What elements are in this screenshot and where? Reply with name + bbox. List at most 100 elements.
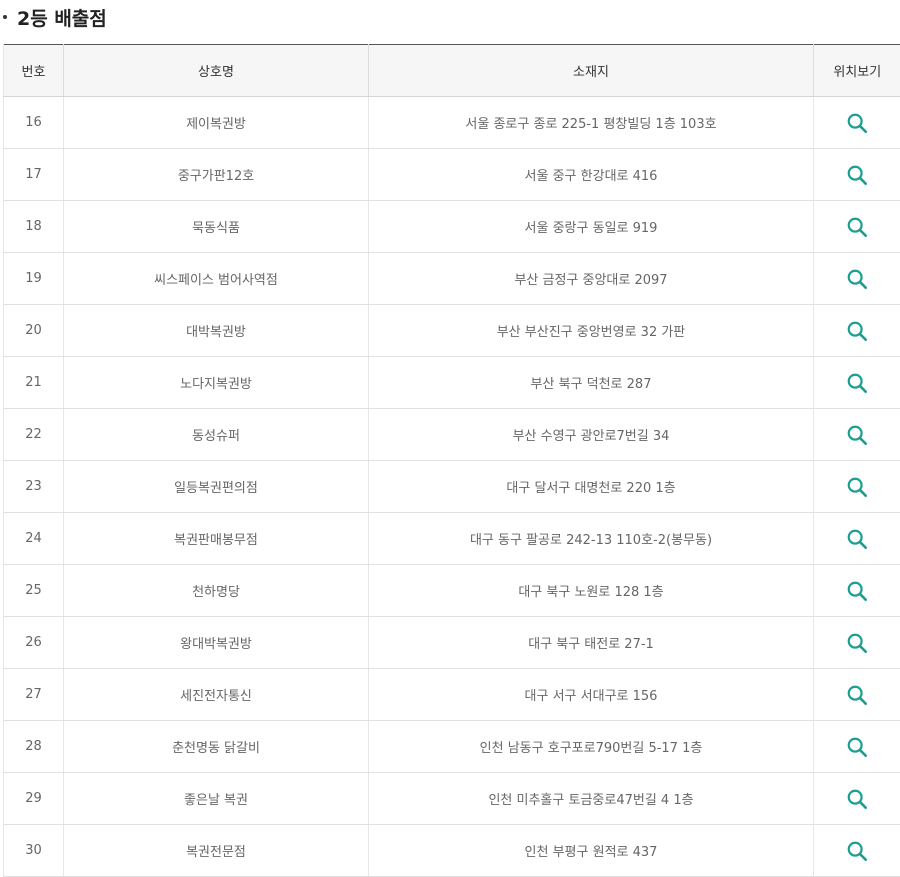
search-icon: [846, 528, 868, 550]
row-view-location: [814, 409, 900, 461]
row-shop-name: 세진전자통신: [64, 669, 369, 721]
row-shop-name: 복권판매봉무점: [64, 513, 369, 565]
view-location-button[interactable]: [843, 109, 871, 137]
table-row: 21노다지복권방부산 북구 덕천로 287: [4, 357, 900, 409]
search-icon: [846, 632, 868, 654]
row-number: 22: [4, 409, 64, 461]
header-address: 소재지: [369, 45, 814, 97]
header-shop-name: 상호명: [64, 45, 369, 97]
table-row: 20대박복권방부산 부산진구 중앙번영로 32 가판: [4, 305, 900, 357]
row-number: 23: [4, 461, 64, 513]
view-location-button[interactable]: [843, 837, 871, 865]
row-address: 서울 중구 한강대로 416: [369, 149, 814, 201]
row-shop-name: 왕대박복권방: [64, 617, 369, 669]
row-number: 26: [4, 617, 64, 669]
view-location-button[interactable]: [843, 785, 871, 813]
row-shop-name: 씨스페이스 범어사역점: [64, 253, 369, 305]
shop-table: 번호 상호명 소재지 위치보기 16제이복권방서울 종로구 종로 225-1 평…: [3, 44, 900, 877]
search-icon: [846, 112, 868, 134]
row-number: 28: [4, 721, 64, 773]
row-view-location: [814, 825, 900, 877]
row-view-location: [814, 149, 900, 201]
row-shop-name: 복권전문점: [64, 825, 369, 877]
row-view-location: [814, 305, 900, 357]
row-address: 대구 북구 노원로 128 1층: [369, 565, 814, 617]
search-icon: [846, 268, 868, 290]
row-number: 20: [4, 305, 64, 357]
table-header-row: 번호 상호명 소재지 위치보기: [4, 45, 900, 97]
view-location-button[interactable]: [843, 629, 871, 657]
table-row: 23일등복권편의점대구 달서구 대명천로 220 1층: [4, 461, 900, 513]
row-shop-name: 제이복권방: [64, 97, 369, 149]
row-number: 21: [4, 357, 64, 409]
row-view-location: [814, 461, 900, 513]
row-view-location: [814, 565, 900, 617]
row-address: 부산 금정구 중앙대로 2097: [369, 253, 814, 305]
row-shop-name: 대박복권방: [64, 305, 369, 357]
header-number: 번호: [4, 45, 64, 97]
search-icon: [846, 840, 868, 862]
table-row: 16제이복권방서울 종로구 종로 225-1 평창빌딩 1층 103호: [4, 97, 900, 149]
row-address: 부산 북구 덕천로 287: [369, 357, 814, 409]
row-view-location: [814, 669, 900, 721]
view-location-button[interactable]: [843, 733, 871, 761]
table-row: 17중구가판12호서울 중구 한강대로 416: [4, 149, 900, 201]
row-shop-name: 천하명당: [64, 565, 369, 617]
row-view-location: [814, 201, 900, 253]
row-shop-name: 일등복권편의점: [64, 461, 369, 513]
table-row: 19씨스페이스 범어사역점부산 금정구 중앙대로 2097: [4, 253, 900, 305]
view-location-button[interactable]: [843, 265, 871, 293]
row-address: 인천 미추홀구 토금중로47번길 4 1층: [369, 773, 814, 825]
view-location-button[interactable]: [843, 161, 871, 189]
row-number: 24: [4, 513, 64, 565]
title-bullet: [3, 15, 7, 19]
view-location-button[interactable]: [843, 525, 871, 553]
row-address: 부산 부산진구 중앙번영로 32 가판: [369, 305, 814, 357]
table-body: 16제이복권방서울 종로구 종로 225-1 평창빌딩 1층 103호17중구가…: [4, 97, 900, 877]
row-number: 19: [4, 253, 64, 305]
search-icon: [846, 684, 868, 706]
row-address: 서울 종로구 종로 225-1 평창빌딩 1층 103호: [369, 97, 814, 149]
row-shop-name: 춘천명동 닭갈비: [64, 721, 369, 773]
table-row: 22동성슈퍼부산 수영구 광안로7번길 34: [4, 409, 900, 461]
row-number: 27: [4, 669, 64, 721]
row-shop-name: 묵동식품: [64, 201, 369, 253]
table-row: 18묵동식품서울 중랑구 동일로 919: [4, 201, 900, 253]
row-number: 18: [4, 201, 64, 253]
search-icon: [846, 164, 868, 186]
row-number: 30: [4, 825, 64, 877]
row-address: 부산 수영구 광안로7번길 34: [369, 409, 814, 461]
row-view-location: [814, 617, 900, 669]
row-view-location: [814, 357, 900, 409]
view-location-button[interactable]: [843, 681, 871, 709]
row-address: 대구 동구 팔공로 242-13 110호-2(봉무동): [369, 513, 814, 565]
row-number: 25: [4, 565, 64, 617]
search-icon: [846, 372, 868, 394]
row-address: 대구 달서구 대명천로 220 1층: [369, 461, 814, 513]
section-title-text: 2등 배출점: [17, 4, 107, 31]
row-address: 인천 부평구 원적로 437: [369, 825, 814, 877]
row-number: 17: [4, 149, 64, 201]
search-icon: [846, 788, 868, 810]
view-location-button[interactable]: [843, 473, 871, 501]
row-shop-name: 동성슈퍼: [64, 409, 369, 461]
search-icon: [846, 216, 868, 238]
row-view-location: [814, 97, 900, 149]
header-view-location: 위치보기: [814, 45, 900, 97]
row-view-location: [814, 253, 900, 305]
table-row: 26왕대박복권방대구 북구 태전로 27-1: [4, 617, 900, 669]
view-location-button[interactable]: [843, 317, 871, 345]
row-view-location: [814, 513, 900, 565]
table-row: 28춘천명동 닭갈비인천 남동구 호구포로790번길 5-17 1층: [4, 721, 900, 773]
view-location-button[interactable]: [843, 369, 871, 397]
view-location-button[interactable]: [843, 577, 871, 605]
search-icon: [846, 580, 868, 602]
row-shop-name: 노다지복권방: [64, 357, 369, 409]
view-location-button[interactable]: [843, 213, 871, 241]
table-row: 29좋은날 복권인천 미추홀구 토금중로47번길 4 1층: [4, 773, 900, 825]
search-icon: [846, 320, 868, 342]
row-shop-name: 중구가판12호: [64, 149, 369, 201]
table-row: 30복권전문점인천 부평구 원적로 437: [4, 825, 900, 877]
view-location-button[interactable]: [843, 421, 871, 449]
section-title: 2등 배출점: [0, 0, 107, 34]
